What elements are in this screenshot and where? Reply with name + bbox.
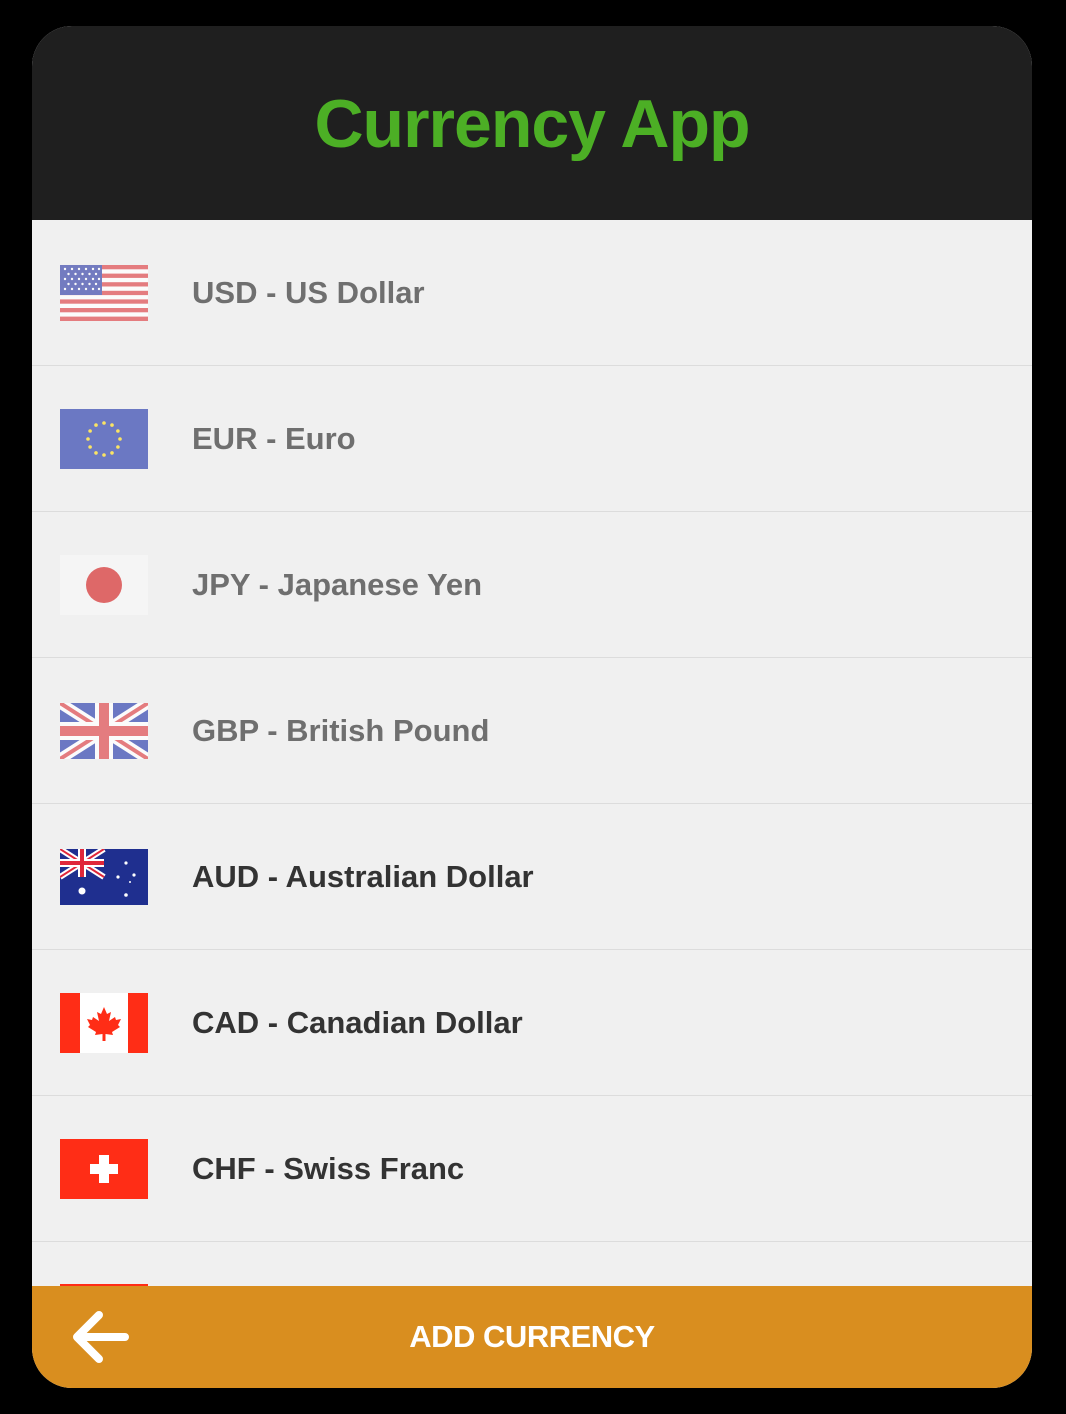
currency-row-aud[interactable]: AUD - Australian Dollar — [32, 804, 1032, 950]
currency-label: EUR - Euro — [192, 420, 356, 456]
eu-flag-icon — [60, 408, 148, 469]
bottom-action-bar: ADD CURRENCY — [32, 1286, 1032, 1388]
currency-label: AUD - Australian Dollar — [192, 858, 534, 894]
arrow-left-icon — [73, 1311, 129, 1363]
currency-row-eur[interactable]: EUR - Euro — [32, 366, 1032, 512]
currency-label: GBP - British Pound — [192, 712, 490, 748]
app-window: Currency App USD - US Dollar EUR - Euro … — [32, 26, 1032, 1388]
jp-flag-icon — [60, 554, 148, 615]
au-flag-icon — [60, 848, 148, 905]
currency-label: CAD - Canadian Dollar — [192, 1004, 523, 1040]
currency-row-gbp[interactable]: GBP - British Pound — [32, 658, 1032, 804]
add-currency-button[interactable]: ADD CURRENCY — [409, 1319, 655, 1355]
currency-row-partial[interactable] — [32, 1242, 1032, 1286]
currency-row-cad[interactable]: CAD - Canadian Dollar — [32, 950, 1032, 1096]
currency-label: USD - US Dollar — [192, 274, 425, 310]
currency-label: JPY - Japanese Yen — [192, 566, 483, 602]
gb-flag-icon — [60, 702, 148, 759]
ca-flag-icon — [60, 992, 148, 1053]
us-flag-icon — [60, 264, 148, 321]
currency-row-chf[interactable]: CHF - Swiss Franc — [32, 1096, 1032, 1242]
currency-list[interactable]: USD - US Dollar EUR - Euro JPY - Japanes… — [32, 220, 1032, 1286]
app-title: Currency App — [314, 86, 750, 162]
currency-label: CHF - Swiss Franc — [192, 1150, 465, 1186]
currency-row-jpy[interactable]: JPY - Japanese Yen — [32, 512, 1032, 658]
app-header: Currency App — [32, 26, 1032, 220]
back-button[interactable] — [66, 1308, 132, 1366]
currency-row-usd[interactable]: USD - US Dollar — [32, 220, 1032, 366]
ch-flag-icon — [60, 1138, 148, 1199]
